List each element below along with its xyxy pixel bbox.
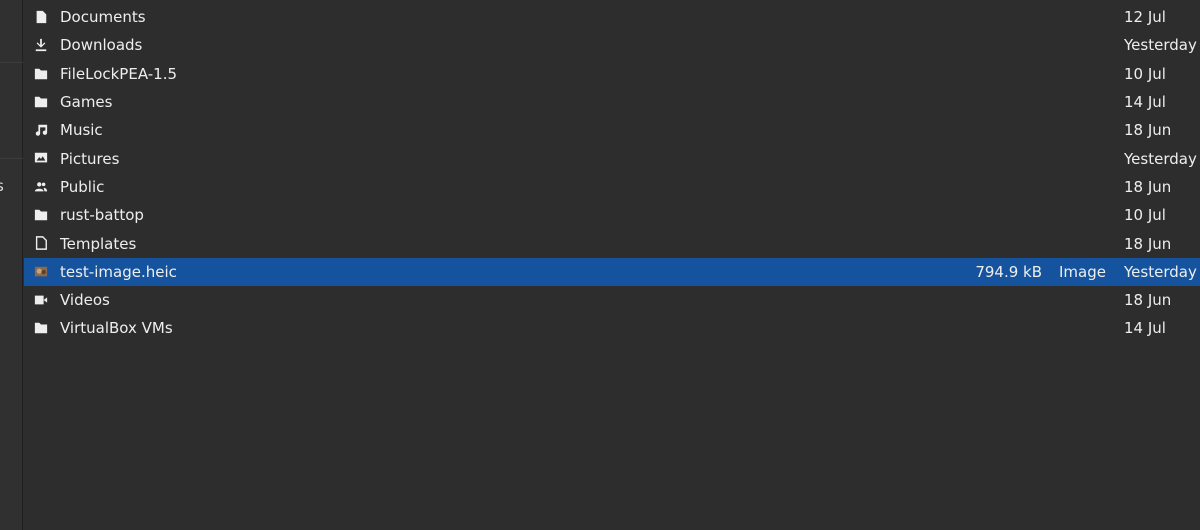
file-row[interactable]: Public 18 Jun — [24, 173, 1200, 201]
folder-icon — [34, 323, 48, 334]
file-name: Documents — [60, 8, 146, 27]
image-thumbnail-icon — [34, 266, 48, 277]
file-name: Games — [60, 93, 113, 112]
file-name: Downloads — [60, 36, 143, 55]
file-modified: 18 Jun — [1124, 177, 1172, 196]
sidebar-divider — [0, 62, 23, 63]
file-modified: 14 Jul — [1124, 319, 1166, 338]
file-modified: Yesterday — [1124, 149, 1197, 168]
file-modified: 10 Jul — [1124, 64, 1166, 83]
file-row[interactable]: Music 18 Jun — [24, 116, 1200, 144]
file-row[interactable]: Documents 12 Jul — [24, 3, 1200, 31]
sidebar-item-label[interactable]: s — [0, 177, 4, 195]
file-name: Public — [60, 177, 105, 196]
file-name: Templates — [60, 234, 137, 253]
file-modified: Yesterday — [1124, 262, 1197, 281]
download-icon — [35, 39, 47, 52]
file-list: Documents 12 Jul Downloads Yesterday Fil… — [24, 3, 1200, 343]
file-row[interactable]: Pictures Yesterday — [24, 144, 1200, 172]
file-name: FileLockPEA-1.5 — [60, 64, 178, 83]
file-size: 794.9 kB — [975, 262, 1042, 281]
document-icon — [36, 10, 47, 24]
folder-icon — [34, 68, 48, 79]
file-modified: 12 Jul — [1124, 8, 1166, 27]
file-name: test-image.heic — [60, 262, 177, 281]
music-icon — [35, 124, 48, 136]
folder-icon — [34, 209, 48, 221]
public-icon — [34, 181, 48, 192]
file-row[interactable]: Templates 18 Jun — [24, 229, 1200, 257]
templates-icon — [35, 236, 47, 251]
file-modified: 10 Jul — [1124, 206, 1166, 225]
file-row[interactable]: VirtualBox VMs 14 Jul — [24, 314, 1200, 342]
file-modified: 18 Jun — [1124, 121, 1172, 140]
file-row[interactable]: rust-battop 10 Jul — [24, 201, 1200, 229]
file-type: Image — [1059, 262, 1106, 281]
file-row[interactable]: Downloads Yesterday — [24, 31, 1200, 59]
file-name: Music — [60, 121, 103, 140]
file-name: rust-battop — [60, 206, 144, 225]
file-modified: 14 Jul — [1124, 93, 1166, 112]
file-modified: Yesterday — [1124, 36, 1197, 55]
file-name: Pictures — [60, 149, 120, 168]
file-row[interactable]: test-image.heic 794.9 kB Image Yesterday — [24, 257, 1200, 286]
sidebar-divider — [0, 158, 23, 159]
video-icon — [34, 295, 48, 305]
file-name: Videos — [60, 291, 110, 310]
folder-icon — [34, 96, 48, 108]
file-modified: 18 Jun — [1124, 291, 1172, 310]
file-row[interactable]: Videos 18 Jun — [24, 286, 1200, 314]
file-row[interactable]: Games 14 Jul — [24, 88, 1200, 116]
sidebar: s — [0, 0, 23, 530]
file-row[interactable]: FileLockPEA-1.5 10 Jul — [24, 60, 1200, 88]
file-modified: 18 Jun — [1124, 234, 1172, 253]
file-name: VirtualBox VMs — [60, 319, 173, 338]
pictures-icon — [34, 153, 48, 163]
